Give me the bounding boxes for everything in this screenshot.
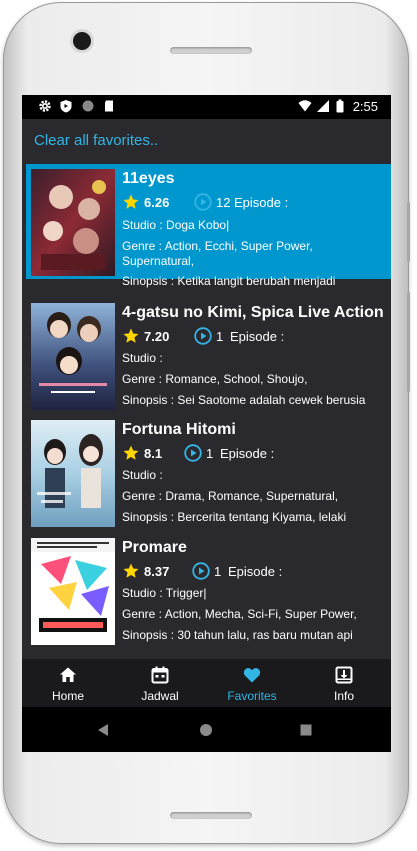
status-bar: 2:55	[22, 95, 391, 119]
sinopsis-text: Sinopsis : Bercerita tentang Kiyama, lel…	[122, 510, 347, 524]
earpiece-speaker	[170, 47, 252, 54]
episode-count: 1	[216, 329, 224, 344]
clear-favorites-link[interactable]: Clear all favorites..	[34, 132, 158, 149]
back-icon[interactable]	[97, 723, 109, 737]
nav-jadwal[interactable]: Jadwal	[114, 659, 206, 707]
item-title: 4-gatsu no Kimi, Spica Live Action	[122, 304, 384, 321]
genre-text: Genre : Romance, School, Shoujo,	[122, 372, 308, 386]
episode-count: 1	[206, 446, 214, 461]
favorite-item[interactable]: Promare 8.37 1 Episode : Studio : Trigge…	[26, 533, 391, 648]
genre-text: Genre : Action, Ecchi, Super Power,	[122, 239, 313, 253]
favorite-item[interactable]: 11eyes 6.26 12 Episode : Studio : Doga K…	[26, 164, 391, 288]
power-button	[407, 202, 410, 262]
studio-text: Studio :	[122, 351, 163, 365]
favorite-item[interactable]: 4-gatsu no Kimi, Spica Live Action 7.20 …	[26, 298, 391, 413]
rating-value: 7.20	[144, 329, 170, 344]
home-circle-icon[interactable]	[199, 723, 213, 737]
clock: 2:55	[352, 99, 378, 114]
home-icon	[60, 667, 76, 682]
sd-card-icon	[105, 100, 113, 112]
star-icon	[123, 563, 139, 578]
nav-home[interactable]: Home	[22, 659, 114, 707]
episode-label: Episode :	[228, 564, 283, 579]
play-circle-icon	[194, 327, 212, 345]
recents-icon[interactable]	[300, 724, 312, 736]
signal-icon	[317, 100, 329, 112]
rating-value: 8.1	[144, 446, 163, 461]
poster-image	[31, 169, 115, 276]
nav-home-label: Home	[51, 689, 84, 703]
wifi-icon	[298, 100, 312, 112]
nav-favorites-label: Favorites	[227, 689, 277, 703]
download-box-icon	[335, 666, 353, 684]
sinopsis-text: Sinopsis : Ketika langit berubah menjadi	[122, 274, 336, 288]
sinopsis-text: Sinopsis : Sei Saotome adalah cewek beru…	[122, 393, 366, 407]
item-title: Promare	[122, 539, 187, 556]
play-circle-icon	[184, 444, 202, 462]
genre-text-continued: Supernatural,	[122, 254, 195, 268]
episode-label: Episode :	[234, 195, 289, 210]
battery-icon	[336, 99, 344, 113]
app-screen: 2:55 Clear all favorites.. 11eyes 6.26 1…	[22, 95, 391, 752]
front-camera	[73, 32, 91, 50]
nav-info[interactable]: Info	[298, 659, 390, 707]
studio-text: Studio :	[122, 468, 163, 482]
gear-icon	[39, 100, 51, 112]
studio-text: Studio : Doga Kobo|	[122, 218, 230, 232]
favorite-item[interactable]: Fortuna Hitomi 8.1 1 Episode : Studio : …	[26, 415, 391, 530]
circle-icon	[82, 100, 94, 112]
bottom-speaker	[170, 812, 252, 819]
studio-text: Studio : Trigger|	[122, 586, 207, 600]
genre-text: Genre : Drama, Romance, Supernatural,	[122, 489, 339, 503]
play-circle-icon	[194, 193, 212, 211]
episode-label: Episode :	[230, 329, 285, 344]
episode-label: Episode :	[220, 446, 275, 461]
rating-value: 8.37	[144, 564, 170, 579]
poster-image	[31, 538, 115, 645]
episode-count: 1	[214, 564, 222, 579]
nav-info-label: Info	[333, 689, 354, 703]
heart-icon	[243, 668, 261, 683]
play-circle-icon	[192, 562, 210, 580]
nav-favorites[interactable]: Favorites	[206, 659, 298, 707]
star-icon	[123, 445, 139, 460]
episode-count: 12	[216, 195, 231, 210]
system-navigation-bar	[22, 707, 391, 752]
poster-image	[31, 420, 115, 527]
volume-button	[407, 292, 410, 392]
star-icon	[123, 328, 139, 343]
poster-image	[31, 303, 115, 410]
calendar-icon	[151, 666, 169, 684]
item-title: 11eyes	[122, 170, 175, 187]
nav-jadwal-label: Jadwal	[141, 689, 179, 703]
item-title: Fortuna Hitomi	[122, 421, 236, 438]
shield-icon	[60, 100, 72, 113]
genre-text: Genre : Action, Mecha, Sci-Fi, Super Pow…	[122, 607, 357, 621]
star-icon	[123, 194, 139, 209]
sinopsis-text: Sinopsis : 30 tahun lalu, ras baru mutan…	[122, 628, 353, 642]
bottom-navigation: Home Jadwal Favorites Info	[22, 659, 391, 707]
rating-value: 6.26	[144, 195, 170, 210]
